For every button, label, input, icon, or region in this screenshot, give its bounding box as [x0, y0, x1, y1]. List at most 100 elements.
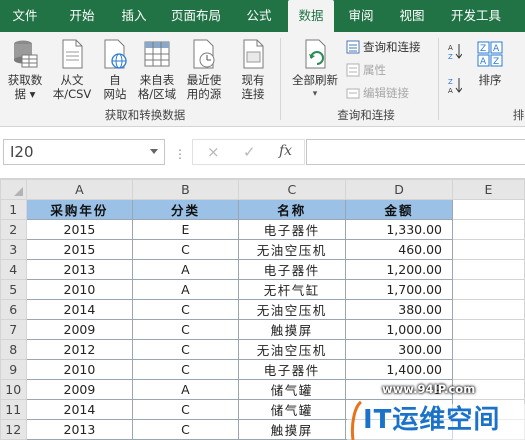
cell-category[interactable]: A [132, 378, 239, 400]
cell-year[interactable]: 2013 [25, 418, 134, 440]
cell-name[interactable]: 触摸屏 [237, 318, 347, 340]
cell-category[interactable]: C [132, 358, 239, 380]
cell-year[interactable]: 2013 [25, 258, 134, 280]
tab-data[interactable]: 数据 [288, 0, 334, 32]
cell-category[interactable]: C [132, 318, 239, 340]
cell[interactable] [452, 218, 525, 240]
tab-insert[interactable]: 插入 [114, 0, 154, 32]
cell-amount[interactable]: 300.00 [345, 338, 453, 360]
recent-sources-button[interactable]: 最近使 用的源 [182, 38, 226, 101]
cell[interactable] [452, 198, 525, 220]
cell-year[interactable]: 2010 [25, 278, 134, 300]
formula-input[interactable] [306, 139, 525, 165]
tab-home[interactable]: 开始 [62, 0, 102, 32]
cell-name[interactable]: 无杆气缸 [237, 278, 347, 300]
row-header[interactable]: 2 [0, 218, 27, 240]
cell-category[interactable]: C [132, 298, 239, 320]
tab-developer[interactable]: 开发工具 [446, 0, 506, 32]
tab-view[interactable]: 视图 [392, 0, 432, 32]
sort-button[interactable]: Z A A Z 排序 [472, 38, 508, 87]
chevron-down-icon[interactable] [150, 149, 158, 154]
cell[interactable] [452, 258, 525, 280]
name-box[interactable]: I20 [3, 139, 165, 165]
cell-year[interactable]: 2014 [25, 398, 134, 420]
cell-year[interactable]: 2010 [25, 358, 134, 380]
header-cell-amount[interactable]: 金额 [345, 198, 453, 220]
from-table-range-button[interactable]: 来自表 格/区域 [134, 38, 180, 101]
sort-z-to-a-button[interactable]: ZA [448, 76, 465, 94]
tab-page-layout[interactable]: 页面布局 [166, 0, 226, 32]
insert-function-icon[interactable]: fx [279, 143, 292, 159]
existing-connections-button[interactable]: 现有 连接 [234, 38, 272, 101]
header-cell-year[interactable]: 采购年份 [25, 198, 134, 220]
cell[interactable] [452, 298, 525, 320]
cell-year[interactable]: 2014 [25, 298, 134, 320]
cell-name[interactable]: 电子器件 [237, 258, 347, 280]
get-data-button[interactable]: 获取数 据 ▾ [4, 38, 46, 101]
row-header[interactable]: 3 [0, 238, 27, 260]
enter-icon[interactable]: ✓ [243, 143, 256, 161]
column-header-a[interactable]: A [25, 179, 134, 200]
properties-button[interactable]: 属性 [346, 61, 386, 79]
tab-review[interactable]: 审阅 [342, 0, 380, 32]
cell-category[interactable]: A [132, 258, 239, 280]
cell[interactable] [452, 278, 525, 300]
cell-amount[interactable]: 380.00 [345, 298, 453, 320]
cell-name[interactable]: 无油空压机 [237, 298, 347, 320]
row-header[interactable]: 4 [0, 258, 27, 280]
cell-name[interactable]: 储气罐 [237, 378, 347, 400]
header-cell-name[interactable]: 名称 [237, 198, 347, 220]
cell-amount[interactable]: 1,000.00 [345, 318, 453, 340]
cell-amount[interactable]: 1,700.00 [345, 278, 453, 300]
row-header[interactable]: 8 [0, 338, 27, 360]
cell-name[interactable]: 储气罐 [237, 398, 347, 420]
row-header[interactable]: 10 [0, 378, 27, 400]
cell-category[interactable]: A [132, 278, 239, 300]
row-header[interactable]: 12 [0, 418, 27, 440]
splitter-handle[interactable]: ⋮ [174, 147, 187, 161]
cell-category[interactable]: C [132, 398, 239, 420]
column-header-b[interactable]: B [132, 179, 239, 200]
cell-name[interactable]: 无油空压机 [237, 338, 347, 360]
cell-name[interactable]: 触摸屏 [237, 418, 347, 440]
cell-amount[interactable]: 1,330.00 [345, 218, 453, 240]
row-header[interactable]: 6 [0, 298, 27, 320]
edit-links-button[interactable]: 编辑链接 [346, 84, 409, 102]
row-header[interactable]: 5 [0, 278, 27, 300]
sort-a-to-z-button[interactable]: AZ [448, 42, 465, 60]
cell-category[interactable]: E [132, 218, 239, 240]
from-web-button[interactable]: 自 网站 [98, 38, 132, 101]
tab-formulas[interactable]: 公式 [238, 0, 280, 32]
refresh-all-dropdown[interactable]: ▾ [286, 87, 344, 101]
cell-category[interactable]: C [132, 238, 239, 260]
row-header[interactable]: 9 [0, 358, 27, 380]
tab-file[interactable]: 文件 [6, 0, 44, 32]
queries-connections-button[interactable]: 查询和连接 [346, 38, 421, 56]
refresh-all-button[interactable]: 全部刷新 ▾ [286, 38, 344, 101]
column-header-d[interactable]: D [345, 179, 453, 200]
cell-year[interactable]: 2015 [25, 218, 134, 240]
cell-amount[interactable]: 1,400.00 [345, 358, 453, 380]
from-text-csv-button[interactable]: 从文 本/CSV [50, 38, 94, 101]
cell-amount[interactable]: 1,200.00 [345, 258, 453, 280]
cell[interactable] [452, 238, 525, 260]
row-header[interactable]: 11 [0, 398, 27, 420]
column-header-e[interactable]: E [452, 179, 525, 200]
cell-name[interactable]: 无油空压机 [237, 238, 347, 260]
cell-amount[interactable]: 460.00 [345, 238, 453, 260]
select-all-corner[interactable] [0, 179, 27, 200]
row-header[interactable]: 7 [0, 318, 27, 340]
column-header-c[interactable]: C [237, 179, 347, 200]
cancel-icon[interactable]: × [207, 143, 220, 161]
cell-year[interactable]: 2012 [25, 338, 134, 360]
cell-category[interactable]: C [132, 338, 239, 360]
cell-name[interactable]: 电子器件 [237, 218, 347, 240]
header-cell-category[interactable]: 分类 [132, 198, 239, 220]
cell-name[interactable]: 电子器件 [237, 358, 347, 380]
cell[interactable] [452, 318, 525, 340]
row-header[interactable]: 1 [0, 198, 27, 220]
cell[interactable] [452, 338, 525, 360]
cell-year[interactable]: 2015 [25, 238, 134, 260]
cell[interactable] [452, 358, 525, 380]
cell-year[interactable]: 2009 [25, 378, 134, 400]
